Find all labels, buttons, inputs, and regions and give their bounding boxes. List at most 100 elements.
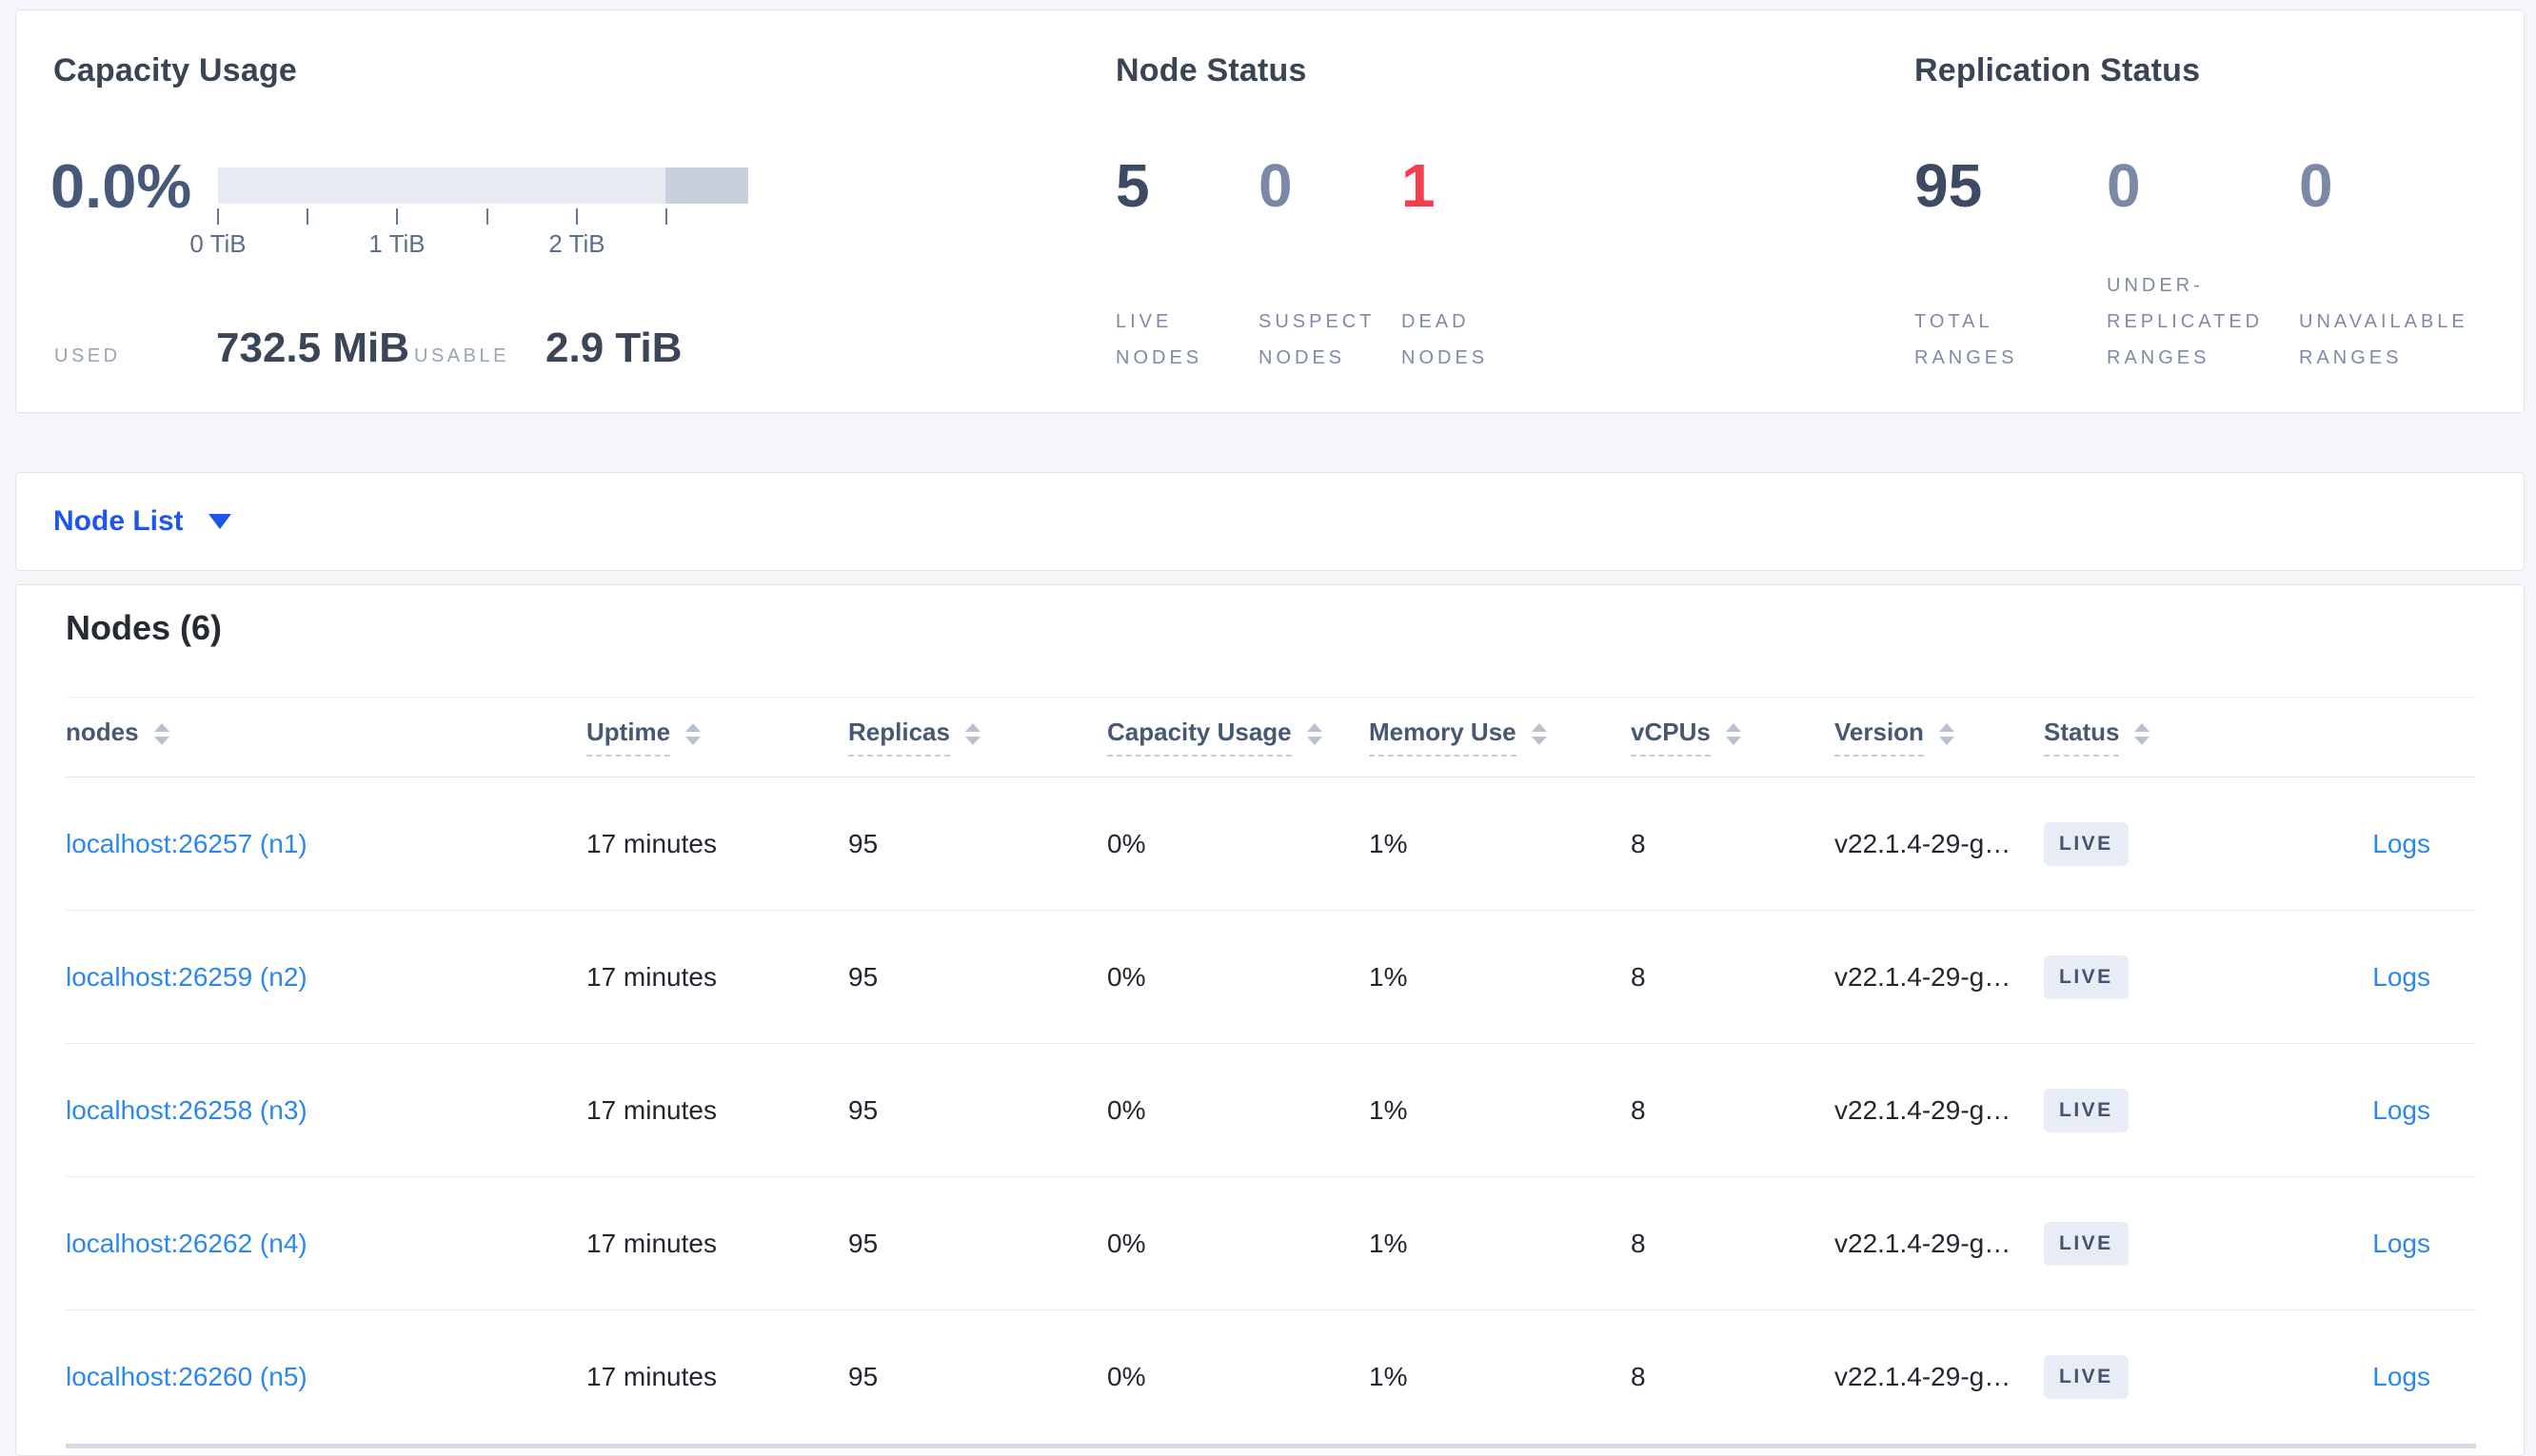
sort-icon xyxy=(964,723,981,745)
replicas-cell: 95 xyxy=(848,1094,879,1125)
total-ranges-stat: 95 TOTAL RANGES xyxy=(1914,155,2086,376)
nodes-table-panel: Nodes (6) nodes Uptime Replicas Capacity… xyxy=(15,584,2525,1456)
capacity-used-value: 732.5 MiB xyxy=(216,325,409,371)
axis-tick-label: 1 TiB xyxy=(368,229,426,258)
node-address-link[interactable]: localhost:26257 (n1) xyxy=(66,829,307,858)
vcpus-cell: 8 xyxy=(1631,961,1646,992)
vcpus-cell: 8 xyxy=(1631,1094,1646,1125)
capacity-percent-value: 0.0% xyxy=(50,151,192,221)
status-badge: LIVE xyxy=(2044,954,2129,999)
capacity-cell: 0% xyxy=(1107,1094,1146,1125)
logs-link[interactable]: Logs xyxy=(2372,829,2430,858)
axis-tick xyxy=(307,208,308,225)
table-row: localhost:26262 (n4) 17 minutes 95 0% 1%… xyxy=(66,1177,2476,1310)
node-address-link[interactable]: localhost:26258 (n3) xyxy=(66,1095,307,1125)
sort-icon xyxy=(1725,723,1741,745)
column-header-version[interactable]: Version xyxy=(1834,718,2044,757)
cluster-overview-page: { "colors": { "page_bg": "#f4f6f9", "acc… xyxy=(0,0,2536,1456)
node-address-link[interactable]: localhost:26260 (n5) xyxy=(66,1362,307,1391)
unavailable-ranges-stat: 0 UNAVAILABLE RANGES xyxy=(2299,155,2470,376)
status-badge: LIVE xyxy=(2044,1221,2129,1266)
total-ranges-value: 95 xyxy=(1914,151,1983,220)
nodes-table: nodes Uptime Replicas Capacity Usage Mem… xyxy=(66,697,2476,1444)
sort-icon xyxy=(1938,723,1954,745)
live-nodes-label: LIVE NODES xyxy=(1116,311,1203,368)
column-header-capacity-usage[interactable]: Capacity Usage xyxy=(1107,718,1369,757)
capacity-usage-bar xyxy=(218,167,748,204)
sort-icon xyxy=(685,723,702,745)
axis-tick xyxy=(665,208,667,225)
node-status-stats: 5 LIVE NODES 0 SUSPECT NODES 1 DEAD NODE… xyxy=(1116,155,1516,376)
replicas-cell: 95 xyxy=(848,1228,879,1258)
column-header-replicas[interactable]: Replicas xyxy=(848,718,1107,757)
capacity-usable-value: 2.9 TiB xyxy=(545,325,683,371)
memory-cell: 1% xyxy=(1369,1362,1408,1391)
node-address-link[interactable]: localhost:26259 (n2) xyxy=(66,962,307,992)
dead-nodes-value: 1 xyxy=(1401,151,1436,220)
dead-nodes-label: DEAD NODES xyxy=(1401,311,1489,368)
axis-tick xyxy=(486,208,488,225)
capacity-bar-end-segment xyxy=(665,167,748,204)
sort-icon xyxy=(1306,723,1322,745)
table-header-row: nodes Uptime Replicas Capacity Usage Mem… xyxy=(66,697,2476,777)
logs-link[interactable]: Logs xyxy=(2372,1229,2430,1258)
suspect-nodes-label: SUSPECT NODES xyxy=(1258,311,1376,368)
uptime-cell: 17 minutes xyxy=(586,1094,717,1125)
capacity-cell: 0% xyxy=(1107,828,1146,858)
logs-link[interactable]: Logs xyxy=(2372,962,2430,992)
status-badge: LIVE xyxy=(2044,1355,2129,1399)
axis-tick-label: 0 TiB xyxy=(189,229,247,258)
table-bottom-divider xyxy=(66,1444,2476,1448)
suspect-nodes-stat: 0 SUSPECT NODES xyxy=(1258,155,1373,376)
axis-tick-label: 2 TiB xyxy=(548,229,605,258)
memory-cell: 1% xyxy=(1369,1228,1408,1258)
memory-cell: 1% xyxy=(1369,961,1408,992)
table-row: localhost:26259 (n2) 17 minutes 95 0% 1%… xyxy=(66,911,2476,1044)
unavailable-ranges-label: UNAVAILABLE RANGES xyxy=(2299,311,2468,368)
capacity-used-label: USED xyxy=(54,345,121,366)
memory-cell: 1% xyxy=(1369,1094,1408,1125)
vcpus-cell: 8 xyxy=(1631,828,1646,858)
vcpus-cell: 8 xyxy=(1631,1362,1646,1391)
logs-link[interactable]: Logs xyxy=(2372,1362,2430,1391)
column-header-uptime[interactable]: Uptime xyxy=(586,718,848,757)
capacity-cell: 0% xyxy=(1107,1362,1146,1391)
axis-tick xyxy=(217,208,219,225)
column-header-nodes[interactable]: nodes xyxy=(66,718,586,757)
sort-icon xyxy=(2134,723,2150,745)
column-header-memory-use[interactable]: Memory Use xyxy=(1369,718,1631,757)
axis-tick xyxy=(396,208,398,225)
column-header-vcpus[interactable]: vCPUs xyxy=(1631,718,1834,757)
logs-link[interactable]: Logs xyxy=(2372,1095,2430,1125)
version-cell: v22.1.4-29-g… xyxy=(1834,961,2011,992)
view-selector-bar: Node List xyxy=(15,472,2525,571)
column-header-status[interactable]: Status xyxy=(2044,718,2196,757)
chevron-down-icon xyxy=(208,514,231,529)
nodes-section-heading: Nodes (6) xyxy=(66,608,223,647)
memory-cell: 1% xyxy=(1369,828,1408,858)
version-cell: v22.1.4-29-g… xyxy=(1834,1362,2011,1391)
uptime-cell: 17 minutes xyxy=(586,1362,717,1391)
capacity-usable-label: USABLE xyxy=(414,345,509,366)
under-replicated-ranges-label: UNDER-REPLICATED RANGES xyxy=(2107,275,2264,368)
dead-nodes-stat: 1 DEAD NODES xyxy=(1401,155,1516,376)
node-list-dropdown[interactable]: Node List xyxy=(53,505,231,538)
replication-status-title: Replication Status xyxy=(1914,52,2201,89)
replicas-cell: 95 xyxy=(848,1362,879,1391)
replication-stats: 95 TOTAL RANGES 0 UNDER-REPLICATED RANGE… xyxy=(1914,155,2470,376)
uptime-cell: 17 minutes xyxy=(586,1228,717,1258)
total-ranges-label: TOTAL RANGES xyxy=(1914,311,2018,368)
uptime-cell: 17 minutes xyxy=(586,828,717,858)
table-row: localhost:26258 (n3) 17 minutes 95 0% 1%… xyxy=(66,1044,2476,1177)
live-nodes-stat: 5 LIVE NODES xyxy=(1116,155,1230,376)
node-list-dropdown-label: Node List xyxy=(53,505,184,537)
axis-tick xyxy=(576,208,578,225)
node-address-link[interactable]: localhost:26262 (n4) xyxy=(66,1229,307,1258)
vcpus-cell: 8 xyxy=(1631,1228,1646,1258)
uptime-cell: 17 minutes xyxy=(586,961,717,992)
node-status-title: Node Status xyxy=(1116,52,1307,89)
sort-icon xyxy=(1531,723,1547,745)
status-badge: LIVE xyxy=(2044,821,2129,866)
under-replicated-ranges-value: 0 xyxy=(2107,151,2141,220)
capacity-cell: 0% xyxy=(1107,1228,1146,1258)
